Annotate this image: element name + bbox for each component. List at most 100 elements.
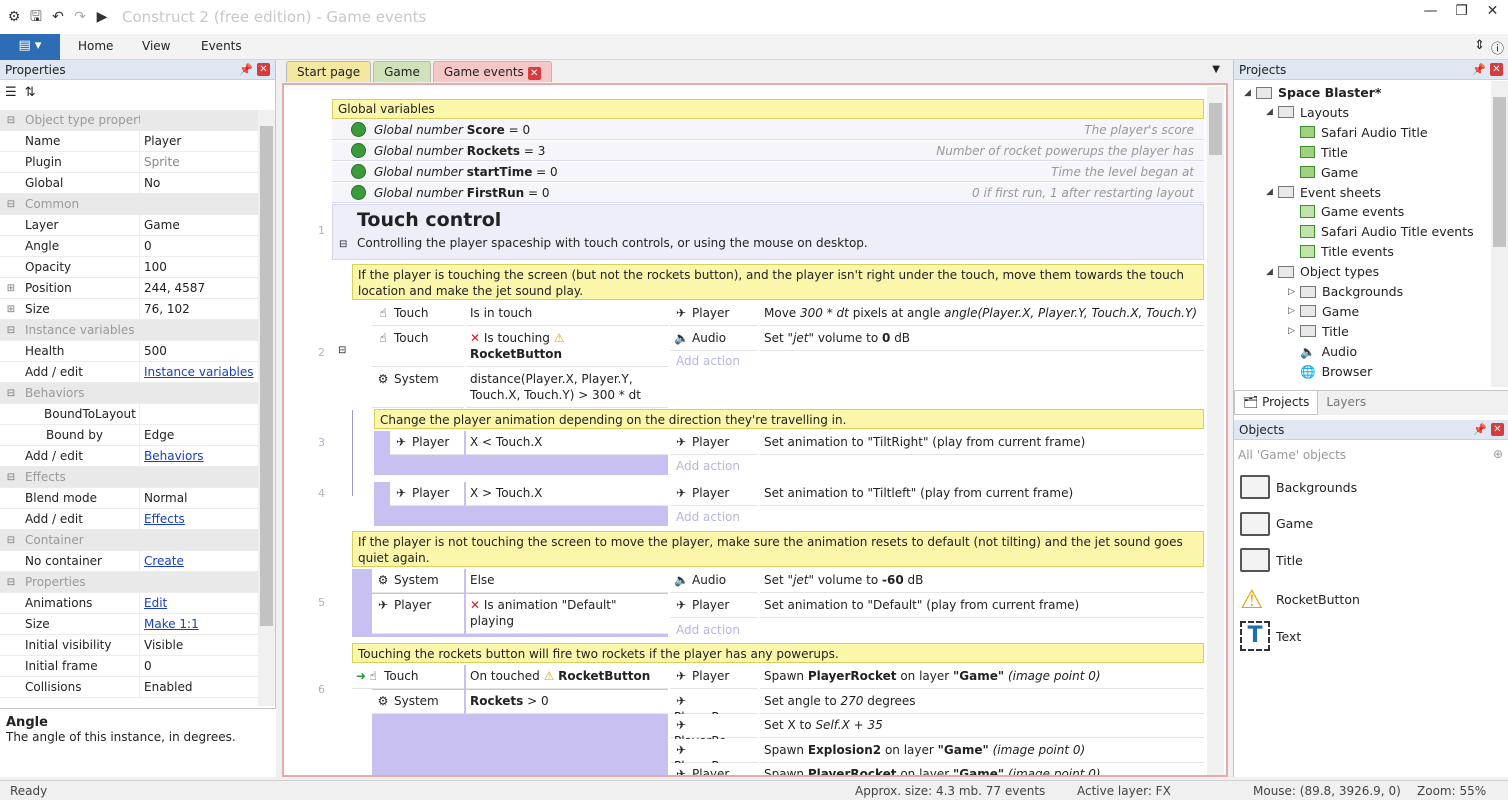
undo-icon[interactable]: ↶ bbox=[48, 7, 68, 27]
close-tab-icon[interactable]: ✕ bbox=[527, 67, 541, 80]
property-row[interactable]: Bound by Edge bbox=[0, 424, 258, 446]
property-value[interactable]: Sprite bbox=[140, 155, 258, 169]
property-link[interactable]: Behaviors bbox=[140, 449, 258, 463]
help-icon[interactable]: ⓘ bbox=[1491, 38, 1504, 57]
global-variable[interactable]: Global number startTime = 0 Time the leve… bbox=[332, 162, 1204, 182]
action[interactable]: Move 300 * dt pixels at angle angle(Play… bbox=[760, 302, 1204, 326]
property-value[interactable]: 76, 102 bbox=[140, 302, 258, 316]
action[interactable]: Set "jet" volume to 0 dB bbox=[760, 327, 1204, 351]
property-row[interactable]: ⊞ Size 76, 102 bbox=[0, 298, 258, 320]
property-row[interactable]: Collisions Enabled bbox=[0, 676, 258, 698]
tree-item[interactable]: Title bbox=[1288, 145, 1348, 160]
action[interactable]: Set angle to 270 degrees bbox=[760, 689, 1204, 714]
property-category[interactable]: ⊟ Properties bbox=[0, 572, 258, 593]
property-row[interactable]: Initial visibility Visible bbox=[0, 634, 258, 656]
property-row[interactable]: Global No bbox=[0, 172, 258, 194]
action[interactable]: Spawn PlayerRocket on layer "Game" (imag… bbox=[760, 763, 1204, 775]
collapse-group-icon[interactable]: ⊟ bbox=[339, 239, 347, 250]
action[interactable]: Set animation to "Tiltleft" (play from c… bbox=[760, 482, 1204, 506]
action-object[interactable]: ✈PlayerRo... bbox=[670, 714, 758, 748]
expand-arrow-icon[interactable]: ▷ bbox=[1288, 287, 1300, 297]
expand-icon[interactable]: ⊟ bbox=[0, 115, 22, 126]
property-category[interactable]: ⊟ Common bbox=[0, 194, 258, 215]
property-row[interactable]: No container Create bbox=[0, 550, 258, 572]
minimize-icon[interactable]: — bbox=[1415, 0, 1446, 24]
action[interactable]: Set "jet" volume to -60 dB bbox=[760, 569, 1204, 593]
close-window-icon[interactable]: ✕ bbox=[1477, 0, 1508, 24]
tab-layers[interactable]: Layers bbox=[1318, 391, 1374, 415]
tree-item[interactable]: 🌐 Browser bbox=[1288, 364, 1372, 380]
property-value[interactable]: Player bbox=[140, 134, 258, 148]
close-panel-icon[interactable]: ✕ bbox=[1491, 423, 1504, 436]
expand-icon[interactable]: ⊞ bbox=[0, 283, 22, 294]
tree-item[interactable]: ▷ Backgrounds bbox=[1288, 284, 1403, 299]
property-link[interactable]: Make 1:1 bbox=[140, 617, 258, 631]
ribbon-tab-events[interactable]: Events bbox=[201, 39, 242, 53]
property-category[interactable]: ⊟ Behaviors bbox=[0, 383, 258, 404]
comment[interactable]: Touching the rockets button will fire tw… bbox=[352, 643, 1204, 663]
condition-object[interactable]: ☝ Touch bbox=[372, 302, 464, 326]
condition[interactable]: Else bbox=[466, 569, 668, 593]
action[interactable]: Spawn Explosion2 on layer "Game" (image … bbox=[760, 738, 1204, 763]
property-value[interactable]: Game bbox=[140, 218, 258, 232]
property-value[interactable]: 0 bbox=[140, 239, 258, 253]
action-object[interactable]: ✈ Player bbox=[670, 302, 758, 326]
action-object[interactable]: ✈PlayerRo... bbox=[670, 689, 758, 724]
objects-filter[interactable]: All 'Game' objects ⊕ bbox=[1234, 445, 1508, 467]
collapse-ribbon-icon[interactable]: ⇕ bbox=[1474, 38, 1485, 57]
ribbon-tab-view[interactable]: View bbox=[142, 39, 170, 53]
property-link[interactable]: Instance variables bbox=[140, 365, 258, 379]
add-action-link[interactable]: Add action bbox=[676, 354, 740, 368]
condition-object[interactable]: ⚙ System bbox=[372, 690, 464, 714]
expand-icon[interactable]: ⊟ bbox=[0, 535, 22, 546]
property-row[interactable]: Add / edit Effects bbox=[0, 508, 258, 530]
property-row[interactable]: Add / edit Instance variables bbox=[0, 361, 258, 383]
ribbon-tab-home[interactable]: Home bbox=[78, 39, 113, 53]
property-value[interactable]: 244, 4587 bbox=[140, 281, 258, 295]
property-row[interactable]: ⊞ Position 244, 4587 bbox=[0, 277, 258, 299]
property-link[interactable]: Create bbox=[140, 554, 258, 568]
tree-item[interactable]: ▷ Title bbox=[1288, 324, 1349, 339]
property-row[interactable]: Layer Game bbox=[0, 214, 258, 236]
close-panel-icon[interactable]: ✕ bbox=[1490, 63, 1503, 76]
event-sheet-scrollbar[interactable] bbox=[1207, 87, 1224, 775]
expand-arrow-icon[interactable]: ▷ bbox=[1288, 306, 1300, 316]
expand-icon[interactable]: ⊞ bbox=[0, 304, 22, 315]
property-link[interactable]: Edit bbox=[140, 596, 258, 610]
object-item[interactable]: ⚠ RocketButton bbox=[1240, 585, 1360, 615]
property-link[interactable]: Effects bbox=[140, 512, 258, 526]
file-menu-button[interactable]: ▤ ▾ bbox=[0, 34, 60, 60]
condition-object[interactable]: ✈ Player bbox=[372, 594, 464, 634]
global-variable[interactable]: Global number Score = 0 The player's scor… bbox=[332, 120, 1204, 140]
expand-arrow-icon[interactable]: ◢ bbox=[1266, 267, 1278, 277]
tree-item[interactable]: ◢ Layouts bbox=[1266, 105, 1349, 120]
tree-item[interactable]: Safari Audio Title bbox=[1288, 125, 1428, 140]
categorized-icon[interactable]: ☰ bbox=[5, 85, 17, 105]
close-panel-icon[interactable]: ✕ bbox=[257, 63, 270, 76]
action-object[interactable]: ✈ Player bbox=[670, 482, 758, 506]
property-category[interactable]: ⊟ Instance variables bbox=[0, 320, 258, 341]
tab-game-events[interactable]: Game events ✕ bbox=[432, 61, 552, 82]
expand-icon[interactable]: ⊟ bbox=[0, 472, 22, 483]
property-value[interactable]: Edge bbox=[140, 428, 258, 442]
collapse-event-icon[interactable]: ⊟ bbox=[338, 345, 346, 356]
tree-item[interactable]: 🔈 Audio bbox=[1288, 344, 1357, 360]
expand-icon[interactable]: ⊟ bbox=[0, 577, 22, 588]
condition-object[interactable]: ☝ Touch bbox=[372, 327, 464, 367]
add-action-link[interactable]: Add action bbox=[676, 623, 740, 637]
action-object[interactable]: ✈ Player bbox=[670, 594, 758, 618]
tree-item[interactable]: Title events bbox=[1288, 244, 1394, 259]
condition-object[interactable]: ➜ ☝ Touch bbox=[352, 665, 464, 689]
property-row[interactable]: Initial frame 0 bbox=[0, 655, 258, 677]
property-row[interactable]: Add / edit Behaviors bbox=[0, 445, 258, 467]
action-object[interactable]: ✈ Player bbox=[670, 431, 758, 455]
tree-item[interactable]: ◢ Object types bbox=[1266, 264, 1379, 279]
expand-icon[interactable]: ⊟ bbox=[0, 199, 22, 210]
comment[interactable]: If the player is not touching the screen… bbox=[352, 531, 1204, 567]
pin-icon[interactable]: 📌 bbox=[1472, 63, 1486, 76]
restore-icon[interactable]: ❐ bbox=[1446, 0, 1477, 24]
pin-icon[interactable]: 📌 bbox=[1473, 423, 1487, 436]
object-item[interactable]: Game bbox=[1240, 511, 1313, 536]
action-object[interactable]: ✈ Player bbox=[670, 665, 758, 689]
tree-item[interactable]: ◢ Space Blaster* bbox=[1244, 85, 1381, 100]
